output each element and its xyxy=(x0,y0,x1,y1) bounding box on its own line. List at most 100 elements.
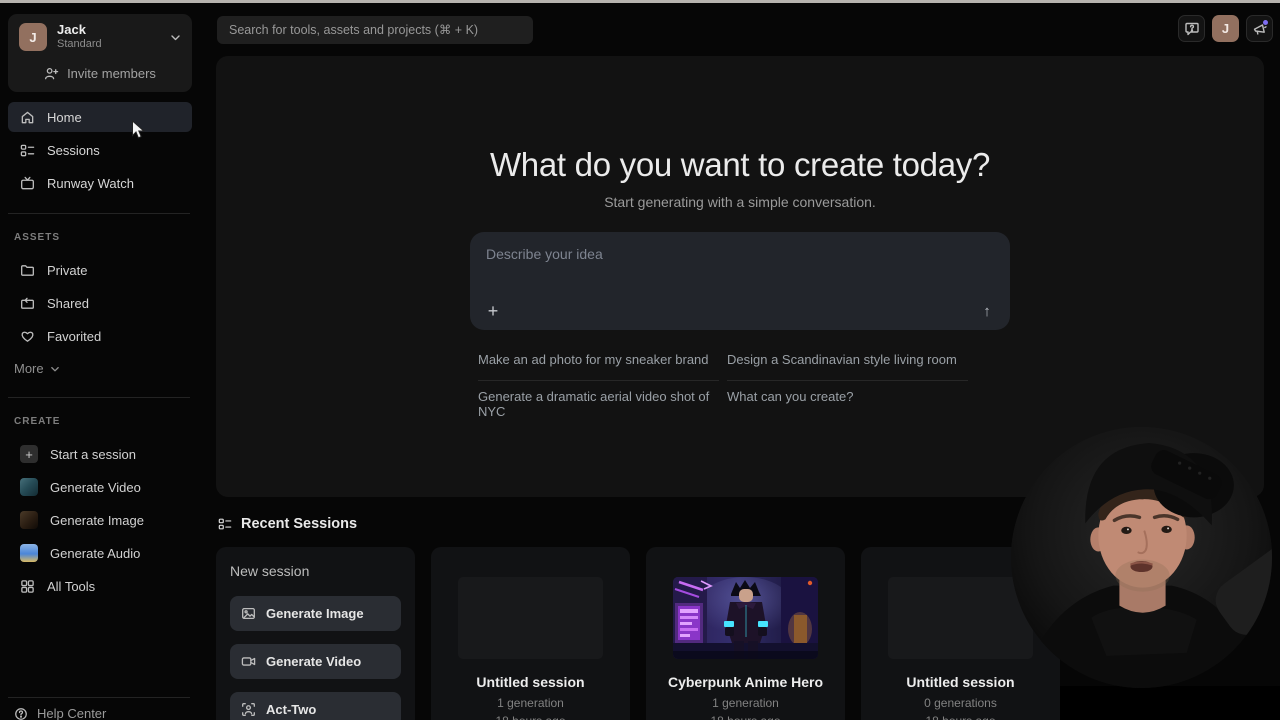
session-card-row: New session Generate Image Generate Vide… xyxy=(216,547,1064,720)
folder-shared-icon xyxy=(21,297,34,309)
send-button[interactable]: ↑ xyxy=(976,300,998,322)
user-name: Jack xyxy=(57,22,86,38)
session-generations: 0 generations xyxy=(924,696,997,710)
recent-sessions-header: Recent Sessions xyxy=(218,516,357,532)
sidebar-item-sessions[interactable]: Sessions xyxy=(8,135,192,165)
assets-section-label: ASSETS xyxy=(14,232,61,243)
heart-icon xyxy=(21,331,34,342)
workspace-card: J Jack Standard Invite members xyxy=(8,14,192,92)
session-generations: 1 generation xyxy=(497,696,564,710)
home-icon xyxy=(21,111,34,123)
user-meta: Jack Standard xyxy=(57,22,160,51)
video-camera-icon xyxy=(241,657,256,666)
act-two-button[interactable]: Act-Two xyxy=(230,692,401,720)
image-thumbnail xyxy=(20,511,38,529)
suggestion-item[interactable]: Design a Scandinavian style living room xyxy=(727,344,968,381)
session-time: 18 hours ago xyxy=(861,714,1060,720)
person-plus-icon xyxy=(45,67,59,79)
sidebar-item-runway-watch[interactable]: Runway Watch xyxy=(8,168,192,198)
video-thumbnail xyxy=(20,478,38,496)
audio-thumbnail xyxy=(20,544,38,562)
idea-input[interactable] xyxy=(470,232,1010,296)
session-thumbnail-empty xyxy=(888,577,1033,659)
suggestion-item[interactable]: What can you create? xyxy=(727,381,968,432)
button-label: Act-Two xyxy=(266,702,317,717)
new-session-card: New session Generate Image Generate Vide… xyxy=(216,547,415,720)
avatar: J xyxy=(19,23,47,51)
sidebar-item-label: Favorited xyxy=(47,328,102,344)
sidebar-item-generate-video[interactable]: Generate Video xyxy=(8,472,192,502)
tv-icon xyxy=(21,176,34,189)
webcam-overlay xyxy=(1011,427,1272,688)
sidebar-item-shared[interactable]: Shared xyxy=(8,288,192,318)
suggestion-item[interactable]: Make an ad photo for my sneaker brand xyxy=(478,344,719,381)
chevron-down-icon xyxy=(171,34,180,40)
sidebar-item-label: Home xyxy=(47,109,82,125)
recent-sessions-title: Recent Sessions xyxy=(241,516,358,532)
image-icon xyxy=(242,607,255,620)
suggestion-list: Make an ad photo for my sneaker brand De… xyxy=(478,344,968,432)
page-subtitle: Start generating with a simple conversat… xyxy=(604,194,876,210)
sidebar-item-generate-image[interactable]: Generate Image xyxy=(8,505,192,535)
sidebar-item-label: Runway Watch xyxy=(47,175,134,191)
chevron-down-icon xyxy=(50,366,59,371)
invite-members-button[interactable]: Invite members xyxy=(8,60,192,86)
invite-members-label: Invite members xyxy=(67,65,156,81)
session-title: Untitled session xyxy=(476,674,585,690)
attach-plus-button[interactable]: + xyxy=(482,300,504,322)
folder-icon xyxy=(21,264,34,276)
session-card[interactable]: Cyberpunk Anime Hero 1 generation 18 hou… xyxy=(646,547,845,720)
sidebar-item-label: Generate Audio xyxy=(50,545,141,561)
sidebar: J Jack Standard Invite members Home Sess… xyxy=(0,3,200,720)
workspace-switcher[interactable]: J Jack Standard xyxy=(8,14,192,60)
help-center-label: Help Center xyxy=(37,706,107,720)
presenter-portrait xyxy=(1011,427,1272,688)
sidebar-item-private[interactable]: Private xyxy=(8,255,192,285)
sidebar-item-label: Start a session xyxy=(50,446,136,462)
page-title: What do you want to create today? xyxy=(489,146,991,183)
all-tools-grid-icon xyxy=(21,579,34,593)
new-session-label: New session xyxy=(230,563,310,579)
act-two-person-icon xyxy=(242,703,255,716)
suggestion-item[interactable]: Generate a dramatic aerial video shot of… xyxy=(478,381,719,432)
sidebar-item-label: All Tools xyxy=(47,578,96,594)
plus-icon: + xyxy=(20,445,38,463)
help-button[interactable] xyxy=(1178,15,1205,42)
notification-dot xyxy=(1263,20,1268,25)
session-thumbnail-cyberpunk xyxy=(673,577,818,659)
button-label: Generate Image xyxy=(266,606,364,621)
search-input[interactable] xyxy=(217,16,533,44)
session-generations: 1 generation xyxy=(712,696,779,710)
generate-video-button[interactable]: Generate Video xyxy=(230,644,401,679)
mouse-cursor xyxy=(132,120,146,139)
help-circle-icon xyxy=(15,707,27,720)
session-time: 18 hours ago xyxy=(646,714,845,720)
sidebar-item-start-session[interactable]: + Start a session xyxy=(8,439,192,469)
sidebar-item-home[interactable]: Home xyxy=(8,102,192,132)
divider xyxy=(8,213,190,214)
sidebar-item-label: Generate Video xyxy=(50,479,141,495)
sidebar-item-generate-audio[interactable]: Generate Audio xyxy=(8,538,192,568)
session-time: 18 hours ago xyxy=(431,714,630,720)
announcements-button[interactable] xyxy=(1246,15,1273,42)
divider xyxy=(8,697,190,698)
sidebar-item-label: Private xyxy=(47,262,88,278)
prompt-box: + ↑ xyxy=(470,232,1010,330)
help-center-link[interactable]: Help Center xyxy=(14,706,106,720)
user-avatar-button[interactable]: J xyxy=(1212,15,1239,42)
sessions-icon xyxy=(218,518,232,530)
sidebar-item-label: Sessions xyxy=(47,142,100,158)
sidebar-item-label: Shared xyxy=(47,295,89,311)
session-card[interactable]: Untitled session 1 generation 18 hours a… xyxy=(431,547,630,720)
sessions-icon xyxy=(20,144,35,156)
session-title: Untitled session xyxy=(906,674,1015,690)
create-section-label: CREATE xyxy=(14,416,61,427)
video-corner-backdrop xyxy=(1060,686,1280,720)
sidebar-item-favorited[interactable]: Favorited xyxy=(8,321,192,351)
generate-image-button[interactable]: Generate Image xyxy=(230,596,401,631)
more-label: More xyxy=(14,361,44,376)
sidebar-item-all-tools[interactable]: All Tools xyxy=(8,571,192,601)
cyberpunk-artwork xyxy=(673,577,818,659)
assets-more-button[interactable]: More xyxy=(14,361,60,376)
session-thumbnail-empty xyxy=(458,577,603,659)
